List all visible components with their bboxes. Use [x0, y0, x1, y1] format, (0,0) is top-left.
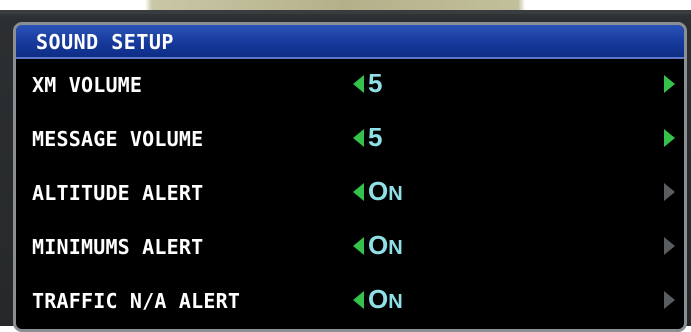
setting-value[interactable]: ON [368, 284, 403, 315]
setting-row-message-volume[interactable]: MESSAGE VOLUME 5 [16, 113, 684, 161]
increase-arrow-icon[interactable] [664, 75, 675, 93]
decrease-arrow-icon[interactable] [353, 75, 364, 93]
setting-label: MESSAGE VOLUME [32, 127, 204, 151]
window-title: SOUND SETUP [36, 30, 174, 54]
setting-label: TRAFFIC N/A ALERT [32, 289, 241, 313]
setting-value[interactable]: 5 [368, 68, 382, 99]
decrease-arrow-icon[interactable] [353, 237, 364, 255]
setting-row-minimums-alert[interactable]: MINIMUMS ALERT ON [16, 221, 684, 269]
sound-setup-window: SOUND SETUP XM VOLUME 5 MESSAGE VOLUME 5… [13, 22, 687, 332]
top-bezel-strip [0, 0, 691, 14]
value-initial: O [368, 176, 389, 206]
display-screen: SOUND SETUP XM VOLUME 5 MESSAGE VOLUME 5… [0, 0, 691, 332]
decrease-arrow-icon[interactable] [353, 129, 364, 147]
setting-row-xm-volume[interactable]: XM VOLUME 5 [16, 59, 684, 107]
setting-row-traffic-na-alert[interactable]: TRAFFIC N/A ALERT ON [16, 275, 684, 323]
setting-label: XM VOLUME [32, 73, 143, 97]
value-initial: O [368, 284, 389, 314]
decrease-arrow-icon[interactable] [353, 291, 364, 309]
increase-arrow-icon [664, 291, 675, 309]
value-rest: N [388, 291, 403, 313]
window-titlebar: SOUND SETUP [16, 25, 684, 59]
setting-value[interactable]: ON [368, 176, 403, 207]
value-rest: N [388, 183, 403, 205]
increase-arrow-icon [664, 237, 675, 255]
value-rest: N [388, 237, 403, 259]
increase-arrow-icon [664, 183, 675, 201]
decrease-arrow-icon[interactable] [353, 183, 364, 201]
setting-value[interactable]: ON [368, 230, 403, 261]
setting-value[interactable]: 5 [368, 122, 382, 153]
setting-label: MINIMUMS ALERT [32, 235, 204, 259]
setting-label: ALTITUDE ALERT [32, 181, 204, 205]
increase-arrow-icon[interactable] [664, 129, 675, 147]
top-divider [0, 10, 691, 14]
setting-row-altitude-alert[interactable]: ALTITUDE ALERT ON [16, 167, 684, 215]
value-initial: O [368, 230, 389, 260]
